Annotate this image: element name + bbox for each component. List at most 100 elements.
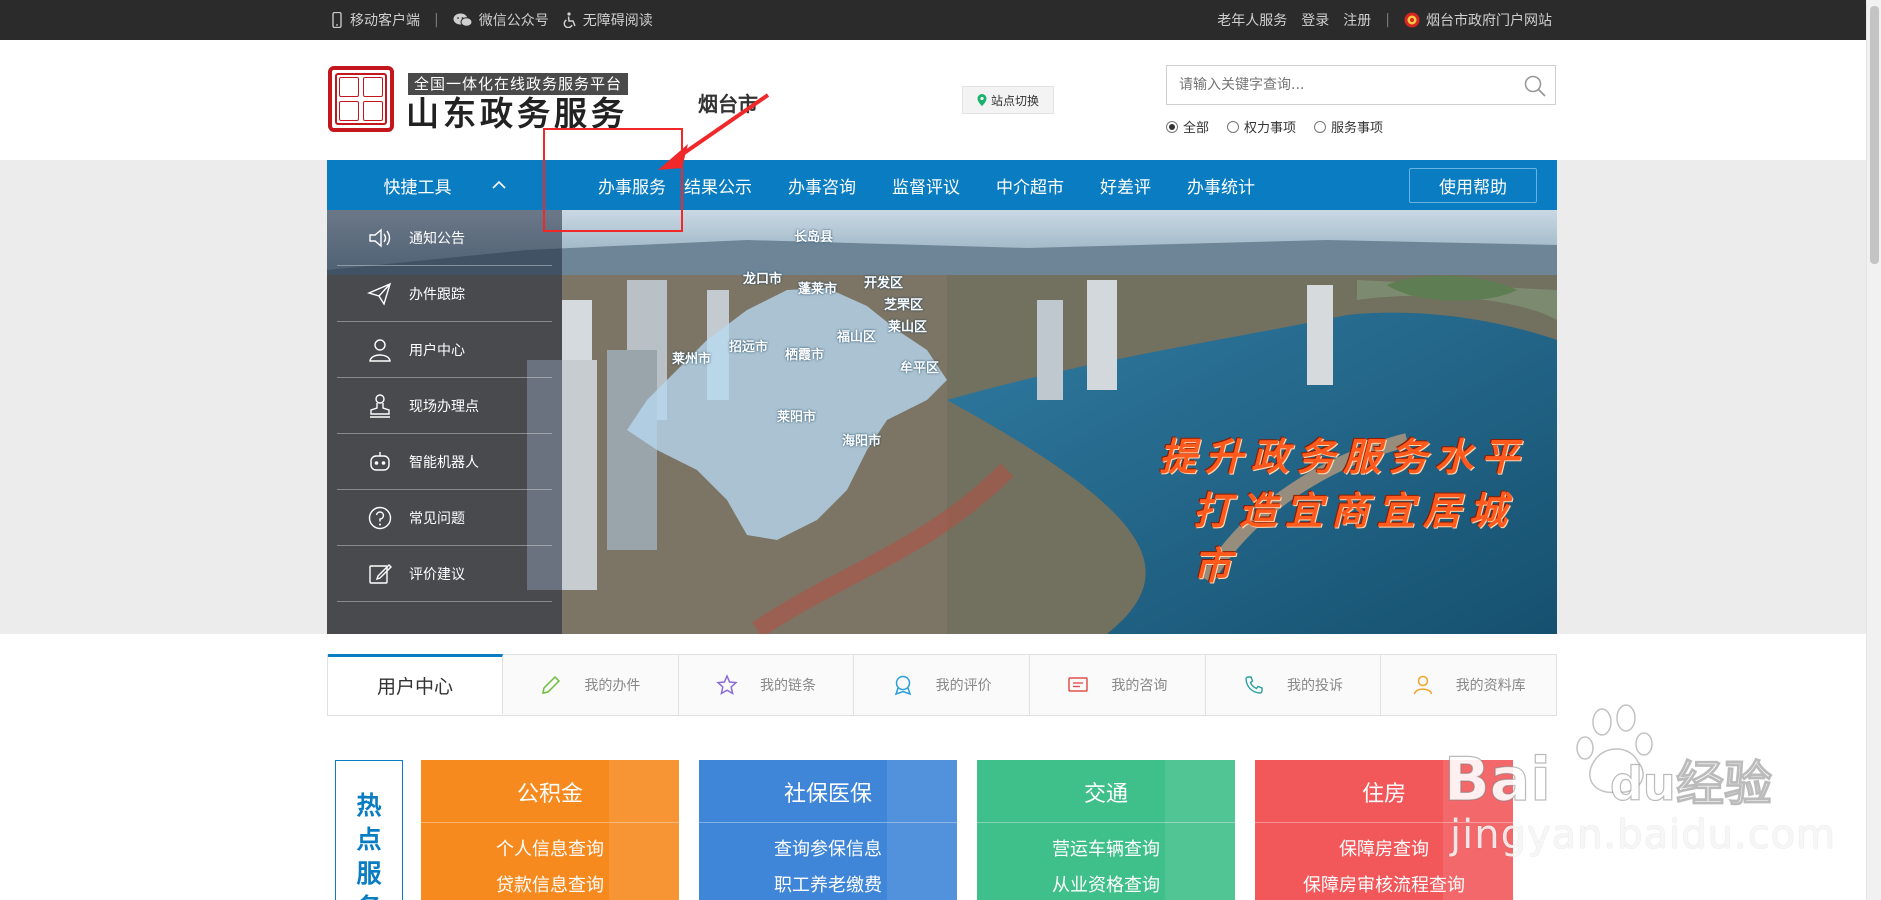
service-card-transport: 交通 营运车辆查询 从业资格查询 (977, 760, 1235, 900)
top-bar: 移动客户端 | 微信公众号 无障碍阅读 老年人服务 登录 注册 | 烟台市政府门… (0, 0, 1866, 40)
sidebar-item-tracking[interactable]: 办件跟踪 (337, 266, 552, 322)
hot-label-char: 热 (356, 791, 382, 820)
search-input[interactable] (1167, 66, 1497, 104)
watermark-brand-2: du (1610, 757, 1676, 811)
hot-label-char: 务 (356, 891, 381, 900)
edit-icon (369, 563, 392, 584)
user-icon (369, 338, 391, 362)
accessibility-label: 无障碍阅读 (582, 13, 653, 29)
top-bar-separator-right: | (1385, 12, 1390, 28)
sidebar-item-label: 评价建议 (409, 566, 465, 583)
top-bar-left: 移动客户端 | 微信公众号 无障碍阅读 (330, 0, 653, 40)
question-icon (368, 506, 392, 529)
emblem-icon (1404, 12, 1420, 28)
nav-item-services[interactable]: 办事服务 (580, 173, 684, 198)
map-label: 蓬莱市 (798, 282, 838, 297)
scope-radio-power[interactable]: 权力事项 (1227, 117, 1296, 136)
sidebar-item-label: 用户中心 (409, 342, 465, 359)
sidebar-item-notice[interactable]: 通知公告 (337, 210, 552, 266)
station-switch-label: 站点切换 (990, 93, 1039, 108)
my-library-link[interactable]: 我的资料库 (1381, 655, 1557, 715)
nav-item-supervision[interactable]: 监督评议 (874, 173, 978, 198)
top-bar-separator: | (434, 12, 439, 28)
radio-dot (1166, 120, 1178, 133)
hot-services-label: 热 点 服 务 (335, 760, 403, 900)
site-title[interactable]: 山东政务服务 (406, 94, 628, 134)
stamp-icon (370, 393, 390, 418)
mobile-icon (332, 12, 342, 28)
mobile-client-link[interactable]: 移动客户端 (330, 10, 420, 30)
map-label: 莱山区 (888, 320, 928, 335)
badge-icon (894, 675, 911, 696)
robot-icon (370, 451, 390, 471)
search-box (1166, 65, 1556, 105)
sidebar-item-label: 常见问题 (409, 510, 465, 527)
scope-label-all: 全部 (1183, 121, 1210, 136)
radio-dot (1314, 120, 1327, 133)
phone-icon (1245, 676, 1263, 694)
map-label: 牟平区 (900, 361, 940, 376)
nav-item-results[interactable]: 结果公示 (684, 173, 770, 198)
mobile-client-label: 移动客户端 (350, 13, 420, 29)
sidebar-item-label: 通知公告 (409, 230, 465, 247)
nav-item-agency-market[interactable]: 中介超市 (978, 173, 1082, 198)
sidebar-item-label: 智能机器人 (409, 454, 479, 471)
nav-item-statistics[interactable]: 办事统计 (1169, 173, 1273, 198)
map-label: 长岛县 (794, 230, 834, 245)
station-switch-button[interactable]: 站点切换 (962, 86, 1054, 114)
my-cases-link[interactable]: 我的办件 (503, 655, 679, 715)
page-scrollbar[interactable] (1866, 0, 1881, 900)
my-chain-link[interactable]: 我的链条 (678, 655, 855, 715)
logo-seal[interactable] (328, 66, 394, 132)
sidebar-item-service-point[interactable]: 现场办理点 (337, 378, 552, 434)
my-complaints-label: 我的投诉 (1287, 678, 1344, 694)
sidebar-item-label: 办件跟踪 (409, 286, 465, 303)
wechat-icon (453, 13, 473, 27)
wechat-label: 微信公众号 (478, 13, 549, 29)
scope-radio-all[interactable]: 全部 (1166, 117, 1209, 136)
service-card-social-insurance: 社保医保 查询参保信息 职工养老缴费 (699, 760, 957, 900)
wechat-link[interactable]: 微信公众号 (453, 10, 549, 30)
nav-item-consult[interactable]: 办事咨询 (770, 173, 874, 198)
my-complaints-link[interactable]: 我的投诉 (1205, 655, 1382, 715)
gov-portal-label: 烟台市政府门户网站 (1426, 13, 1552, 29)
my-consultations-link[interactable]: 我的咨询 (1030, 655, 1206, 715)
nav-items: 办事服务 结果公示 办事咨询 监督评议 中介超市 好差评 办事统计 (580, 160, 1273, 210)
sidebar-item-feedback[interactable]: 评价建议 (337, 546, 552, 602)
header (0, 40, 1866, 160)
sidebar-item-user-center[interactable]: 用户中心 (337, 322, 552, 378)
map-label: 福山区 (837, 330, 877, 345)
scrollbar-thumb[interactable] (1870, 6, 1879, 264)
nav-item-rating[interactable]: 好差评 (1082, 173, 1169, 198)
scope-label-power: 权力事项 (1244, 121, 1297, 136)
star-icon (716, 674, 738, 696)
login-link[interactable]: 登录 (1301, 10, 1329, 30)
accessibility-link[interactable]: 无障碍阅读 (563, 10, 653, 30)
quick-tools-menu: 通知公告 办件跟踪 用户中心 现场办理点 智能机器人 常见问题 评价建议 (327, 210, 562, 634)
my-reviews-label: 我的评价 (935, 678, 992, 694)
user-center-title[interactable]: 用户中心 (328, 654, 503, 714)
user-center-bar: 用户中心 我的办件 我的链条 我的评价 我的咨询 我的投诉 我的资料库 (327, 654, 1557, 716)
my-reviews-link[interactable]: 我的评价 (854, 655, 1031, 715)
slogan-line-2: 打造宜商宜居城市 (1193, 488, 1516, 588)
gov-portal-link[interactable]: 烟台市政府门户网站 (1404, 10, 1552, 30)
help-button[interactable]: 使用帮助 (1409, 168, 1537, 203)
register-link[interactable]: 注册 (1343, 10, 1371, 30)
sidebar-item-faq[interactable]: 常见问题 (337, 490, 552, 546)
scope-radio-service[interactable]: 服务事项 (1314, 117, 1383, 136)
quick-tools-toggle[interactable]: 快捷工具 (327, 160, 562, 210)
platform-subtitle: 全国一体化在线政务服务平台 (408, 73, 629, 95)
quick-tools-label: 快捷工具 (383, 177, 452, 198)
elderly-service-link[interactable]: 老年人服务 (1217, 10, 1287, 30)
my-cases-label: 我的办件 (584, 678, 641, 694)
hot-label-char: 点 (356, 825, 382, 854)
sidebar-item-robot[interactable]: 智能机器人 (337, 434, 552, 490)
watermark-url: jingyan.baidu.com (1450, 812, 1837, 858)
map-label: 莱阳市 (777, 410, 817, 425)
location-pin-icon (977, 94, 987, 106)
search-icon[interactable] (1523, 74, 1547, 98)
map-label: 招远市 (729, 340, 769, 355)
slogan-line-1: 提升政务服务水平 (1159, 434, 1528, 479)
map-label: 海阳市 (842, 434, 882, 449)
scope-label-service: 服务事项 (1331, 121, 1384, 136)
